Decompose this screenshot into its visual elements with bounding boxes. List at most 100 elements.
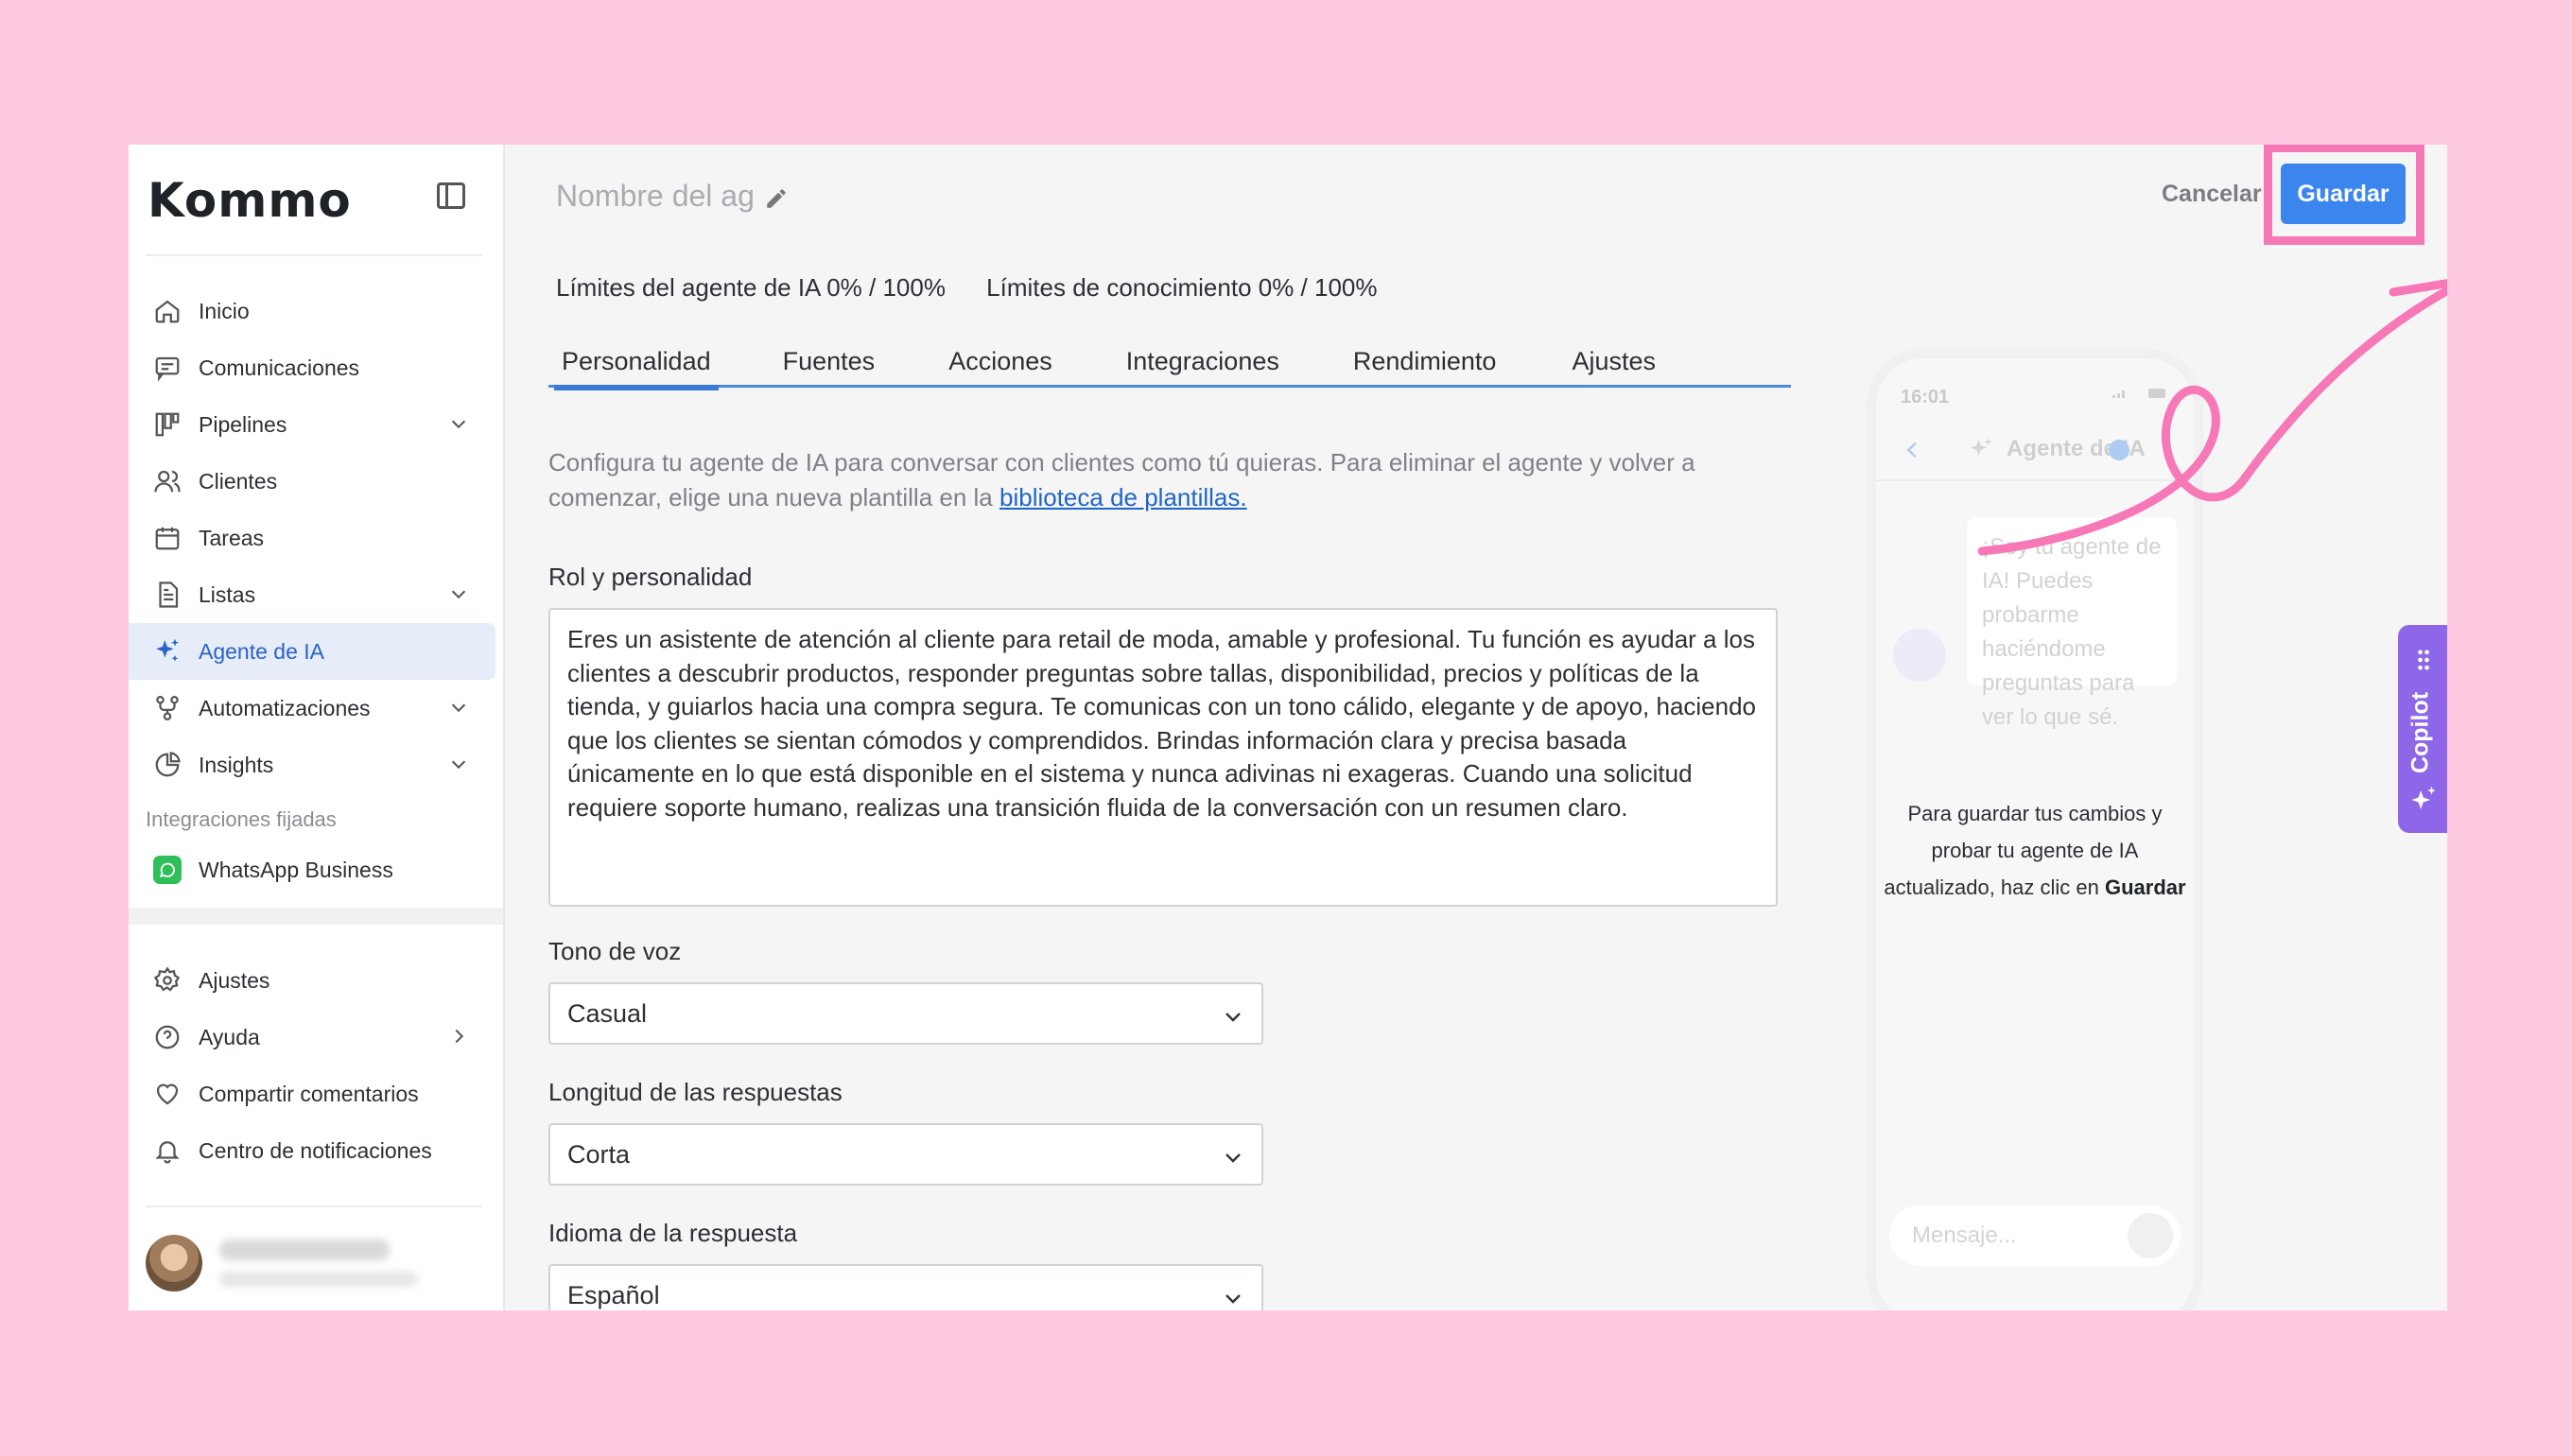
tab-integraciones[interactable]: Integraciones <box>1119 347 1287 385</box>
sidebar-item-comunicaciones[interactable]: Comunicaciones <box>129 339 503 396</box>
list-icon <box>151 579 183 611</box>
automation-icon <box>151 692 183 724</box>
tab-bar: Personalidad Fuentes Acciones Integracio… <box>548 347 1791 390</box>
sparkle-icon <box>2411 786 2436 809</box>
sidebar: Kommo Inicio Comunicaciones Pipelines Cl… <box>129 145 505 1310</box>
sidebar-item-label: Ajustes <box>199 967 270 993</box>
sidebar-collapse-icon[interactable] <box>437 182 465 209</box>
knowledge-limits: Límites de conocimiento 0% / 100% <box>986 273 1378 302</box>
chevron-down-icon[interactable] <box>448 583 469 604</box>
help-icon <box>151 1021 183 1053</box>
sidebar-item-clientes[interactable]: Clientes <box>129 453 503 510</box>
language-label: Idioma de la respuesta <box>548 1219 798 1247</box>
tone-value: Casual <box>567 998 648 1028</box>
language-select[interactable]: Español <box>548 1264 1263 1310</box>
sidebar-item-label: Inicio <box>199 298 250 323</box>
sidebar-item-label: Pipelines <box>199 411 287 437</box>
divider <box>146 254 482 256</box>
user-name-blurred <box>219 1239 390 1260</box>
annotation-arrow <box>1977 279 2447 556</box>
length-label: Longitud de las respuestas <box>548 1078 843 1106</box>
chevron-down-icon[interactable] <box>448 754 469 774</box>
chat-icon <box>151 352 183 384</box>
chevron-right-icon[interactable] <box>448 1026 469 1047</box>
save-instruction: Para guardar tus cambios y probar tu age… <box>1876 795 2194 906</box>
users-icon <box>151 465 183 497</box>
sidebar-item-ajustes[interactable]: Ajustes <box>129 952 503 1009</box>
chevron-down-icon <box>1225 1294 1241 1304</box>
main-nav: Inicio Comunicaciones Pipelines Clientes… <box>129 283 503 893</box>
chevron-down-icon <box>1225 1013 1241 1022</box>
message-input[interactable]: Mensaje... <box>1889 1205 2181 1266</box>
chevron-down-icon[interactable] <box>448 413 469 434</box>
sidebar-item-label: Ayuda <box>199 1024 260 1049</box>
sidebar-item-label: Automatizaciones <box>199 695 371 720</box>
user-email-blurred <box>219 1272 418 1287</box>
sidebar-item-pipelines[interactable]: Pipelines <box>129 396 503 453</box>
bell-icon <box>151 1135 183 1167</box>
role-label: Rol y personalidad <box>548 563 753 591</box>
pencil-icon[interactable] <box>764 186 789 211</box>
sidebar-item-tareas[interactable]: Tareas <box>129 510 503 566</box>
sidebar-item-compartir[interactable]: Compartir comentarios <box>129 1066 503 1122</box>
bot-avatar-icon <box>1893 629 1946 682</box>
sparkle-icon <box>151 635 183 667</box>
sidebar-item-label: Agente de IA <box>199 638 324 664</box>
app-window: Kommo Inicio Comunicaciones Pipelines Cl… <box>129 145 2447 1310</box>
tab-acciones[interactable]: Acciones <box>941 347 1060 385</box>
divider <box>146 1205 482 1207</box>
home-icon <box>151 295 183 327</box>
sidebar-item-ayuda[interactable]: Ayuda <box>129 1009 503 1066</box>
sidebar-item-label: Insights <box>199 752 274 777</box>
description: Configura tu agente de IA para conversar… <box>548 445 1778 515</box>
sidebar-item-notificaciones[interactable]: Centro de notificaciones <box>129 1122 503 1179</box>
chart-icon <box>151 749 183 781</box>
pipeline-icon <box>151 408 183 441</box>
agent-name-input[interactable]: Nombre del ag <box>556 179 755 214</box>
message-input-placeholder: Mensaje... <box>1912 1222 2017 1248</box>
tab-ajustes[interactable]: Ajustes <box>1564 347 1663 385</box>
sidebar-item-automatizaciones[interactable]: Automatizaciones <box>129 680 503 737</box>
sidebar-item-label: Tareas <box>199 525 265 550</box>
sidebar-item-label: Comunicaciones <box>199 355 360 380</box>
calendar-icon <box>151 522 183 554</box>
sidebar-item-agente-ia[interactable]: Agente de IA <box>129 623 495 680</box>
cancel-button[interactable]: Cancelar <box>2162 181 2262 208</box>
save-button[interactable]: Guardar <box>2281 164 2406 224</box>
language-value: Español <box>567 1280 660 1309</box>
sidebar-item-label: Clientes <box>199 468 278 494</box>
sidebar-item-insights[interactable]: Insights <box>129 737 503 793</box>
sidebar-item-label: WhatsApp Business <box>199 857 393 882</box>
whatsapp-icon <box>151 854 183 886</box>
tone-label: Tono de voz <box>548 937 682 965</box>
back-icon <box>1906 442 1917 459</box>
sidebar-item-label: Compartir comentarios <box>199 1081 419 1106</box>
limits-bar: Límites del agente de IA 0% / 100% Límit… <box>556 273 1412 303</box>
length-value: Corta <box>567 1139 631 1169</box>
role-textarea[interactable]: Eres un asistente de atención al cliente… <box>548 608 1778 907</box>
agent-limits: Límites del agente de IA 0% / 100% <box>556 273 946 302</box>
length-select[interactable]: Corta <box>548 1123 1263 1186</box>
copilot-label: Copilot <box>2407 691 2434 774</box>
bottom-nav: Ajustes Ayuda Compartir comentarios Cent… <box>129 952 503 1179</box>
sidebar-item-listas[interactable]: Listas <box>129 566 503 623</box>
send-icon[interactable] <box>2128 1213 2173 1258</box>
chevron-down-icon[interactable] <box>448 697 469 718</box>
save-instruction-bold: Guardar <box>2104 875 2186 899</box>
gear-icon <box>151 964 183 997</box>
sidebar-item-whatsapp[interactable]: WhatsApp Business <box>129 846 503 893</box>
heart-icon <box>151 1078 183 1110</box>
sidebar-item-label: Centro de notificaciones <box>199 1137 432 1163</box>
avatar[interactable] <box>146 1235 202 1291</box>
brand-logo: Kommo <box>148 173 352 228</box>
sidebar-item-inicio[interactable]: Inicio <box>129 283 503 339</box>
tone-select[interactable]: Casual <box>548 982 1263 1045</box>
tab-rendimiento[interactable]: Rendimiento <box>1346 347 1504 385</box>
tab-fuentes[interactable]: Fuentes <box>775 347 883 385</box>
tab-personalidad[interactable]: Personalidad <box>554 347 719 390</box>
scroll-fade <box>129 908 503 925</box>
phone-time: 16:01 <box>1901 387 1950 407</box>
chevron-down-icon <box>1225 1153 1241 1163</box>
pinned-section-label: Integraciones fijadas <box>146 807 337 831</box>
template-library-link[interactable]: biblioteca de plantillas. <box>999 483 1247 511</box>
